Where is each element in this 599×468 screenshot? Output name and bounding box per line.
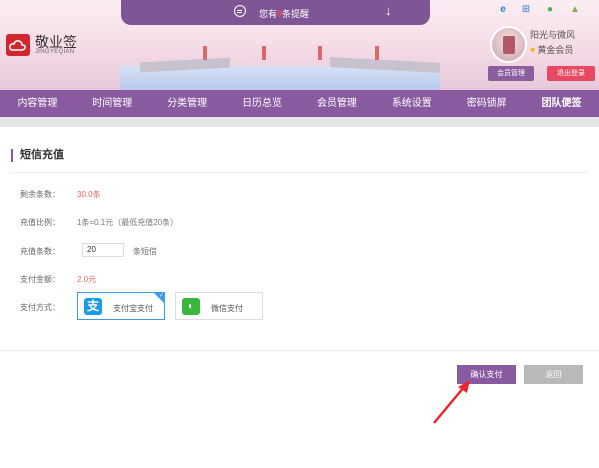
- alipay-icon: 支: [84, 298, 102, 315]
- avatar[interactable]: [490, 26, 527, 63]
- method-label: 支付方式：: [20, 303, 60, 312]
- wechat-option[interactable]: ◐ 微信支付: [175, 292, 263, 320]
- nav-item-member[interactable]: 会员管理: [300, 90, 375, 117]
- count-unit: 条短信: [133, 247, 157, 256]
- ie-icon[interactable]: e: [497, 4, 509, 16]
- nav-item-team[interactable]: 团队便签: [524, 90, 599, 117]
- nav-item-calendar[interactable]: 日历总览: [225, 90, 300, 117]
- logout-button[interactable]: 退出登录: [547, 66, 595, 81]
- nav-item-category[interactable]: 分类管理: [150, 90, 225, 117]
- windows-icon[interactable]: ⊞: [520, 4, 532, 16]
- notice-text: 您有0条提醒: [259, 9, 310, 19]
- section-title: 短信充值: [11, 149, 64, 162]
- brand-subtitle: JINGYEQIAN: [35, 49, 75, 55]
- amount-value: 2.0元: [77, 275, 97, 284]
- banner-tower: [262, 46, 266, 60]
- android-icon[interactable]: ▲: [569, 4, 581, 16]
- nav-item-lock[interactable]: 密码锁屏: [449, 90, 524, 117]
- red-arrow-annotation: [433, 380, 470, 424]
- apple-icon[interactable]: ●: [544, 4, 556, 16]
- user-name: 阳光与微风: [530, 30, 576, 40]
- remaining-label: 剩余条数：: [20, 190, 60, 199]
- remaining-value: 30.0条: [77, 190, 101, 199]
- wechat-icon: ◐: [182, 298, 200, 315]
- nav-item-settings[interactable]: 系统设置: [374, 90, 449, 117]
- brand-logo[interactable]: [6, 34, 30, 56]
- wechat-label: 微信支付: [211, 304, 243, 313]
- nav-item-content[interactable]: 内容管理: [0, 90, 75, 117]
- chat-bubble-icon: [234, 5, 246, 17]
- banner-tower: [375, 46, 379, 60]
- footer-divider: [0, 350, 599, 351]
- main-nav: 内容管理 时间管理 分类管理 日历总览 会员管理 系统设置 密码锁屏 团队便签: [0, 90, 599, 117]
- section-divider: [10, 172, 589, 173]
- ratio-value: 1条=0.1元（最低充值20条）: [77, 218, 179, 227]
- nav-divider: [0, 117, 599, 127]
- banner-tower: [318, 46, 322, 60]
- member-management-button[interactable]: 会员管理: [488, 66, 534, 81]
- back-button[interactable]: 返回: [524, 365, 583, 384]
- ratio-label: 充值比例：: [20, 218, 60, 227]
- amount-label: 支付金额：: [20, 275, 60, 284]
- arrow-down-icon[interactable]: ↓: [385, 3, 392, 18]
- alipay-label: 支付宝支付: [113, 304, 153, 313]
- heart-icon: ♥: [530, 45, 536, 55]
- header: 您有0条提醒 ↓ 敬业签 JINGYEQIAN e ⊞ ● ▲ 阳光与微风 ♥ 黄…: [0, 0, 599, 90]
- user-level: ♥ 黄金会员: [530, 45, 574, 55]
- nav-item-time[interactable]: 时间管理: [75, 90, 150, 117]
- notice-bar[interactable]: 您有0条提醒 ↓: [121, 0, 430, 25]
- count-label: 充值条数：: [20, 247, 60, 256]
- cloud-icon: [9, 40, 26, 51]
- alipay-option[interactable]: 支 支付宝支付: [77, 292, 165, 320]
- sms-count-input[interactable]: 20: [82, 243, 124, 257]
- banner-tower: [203, 46, 207, 60]
- selected-check-icon: [154, 292, 164, 303]
